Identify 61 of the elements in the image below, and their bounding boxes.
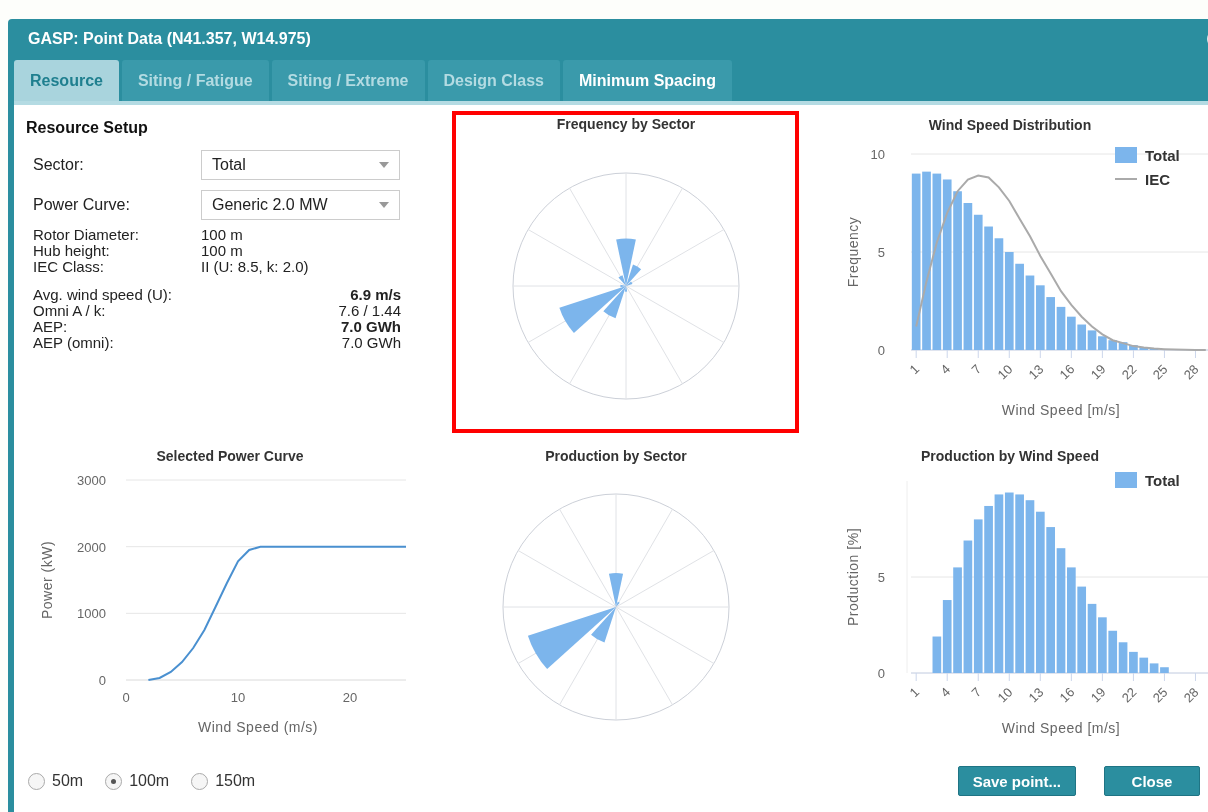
axis-title: Wind Speed [m/s] <box>1001 720 1121 736</box>
tick-label: 4 <box>937 684 954 701</box>
info-value: II (U: 8.5, k: 2.0) <box>201 259 310 275</box>
chart-title: Frequency by Sector <box>556 116 696 132</box>
tick-label: 10 <box>870 147 885 162</box>
tick-label: 0 <box>877 666 885 681</box>
stat-label: AEP (omni): <box>33 335 115 351</box>
stat-value: 7.6 / 1.44 <box>337 303 401 319</box>
tick-label: 13 <box>1025 361 1047 383</box>
tick-label: 25 <box>1149 361 1171 383</box>
tick-label: 19 <box>1087 361 1109 383</box>
chart-title: Production by Sector <box>545 448 687 464</box>
info-value: 100 m <box>201 227 244 243</box>
tick-label: 0 <box>98 673 106 688</box>
tick-label: 28 <box>1180 361 1202 383</box>
axis-title: Production [%] <box>845 527 861 627</box>
tick-label: 20 <box>342 690 358 705</box>
stat-value: 6.9 m/s <box>349 287 401 303</box>
tick-label: 5 <box>877 570 885 585</box>
stat-value: 7.0 GWh <box>340 319 401 335</box>
info-label: IEC Class: <box>33 259 104 275</box>
tick-label: 1 <box>906 361 923 378</box>
axis-title: Wind Speed (m/s) <box>198 719 318 735</box>
tick-label: 5 <box>877 245 885 260</box>
tick-label: 7 <box>968 361 985 378</box>
stat-label: Avg. wind speed (U): <box>33 287 173 303</box>
window-title: GASP: Point Data (N41.357, W14.975) <box>28 29 311 48</box>
tick-label: 13 <box>1025 684 1047 706</box>
tick-label: 22 <box>1118 684 1140 706</box>
tick-label: 10 <box>994 684 1016 706</box>
chart-title: Selected Power Curve <box>156 448 304 464</box>
section-title: Resource Setup <box>26 119 149 137</box>
tick-label: 2000 <box>77 539 106 555</box>
axis-title: Power (kW) <box>39 540 55 620</box>
tick-label: 0 <box>122 690 130 705</box>
tick-label: 25 <box>1149 684 1171 706</box>
tick-label: 10 <box>230 690 246 705</box>
tick-label: 1000 <box>77 606 106 622</box>
stat-value: 7.0 GWh <box>340 335 401 351</box>
axis-title: Wind Speed [m/s] <box>1001 402 1121 418</box>
tick-label: 10 <box>994 361 1016 383</box>
field-label: Sector: <box>33 156 85 174</box>
chart-title: Production by Wind Speed <box>921 448 1099 464</box>
stat-label: AEP: <box>33 319 69 335</box>
tick-label: 3000 <box>77 473 106 488</box>
tick-label: 4 <box>937 361 954 378</box>
tick-label: 1 <box>906 684 923 701</box>
info-label: Hub height: <box>33 243 111 259</box>
tick-label: 0 <box>877 343 885 358</box>
tick-label: 28 <box>1180 684 1202 706</box>
tick-label: 7 <box>968 684 985 701</box>
tick-label: 19 <box>1087 684 1109 706</box>
chart-title: Wind Speed Distribution <box>928 117 1092 133</box>
axis-title: Frequency <box>845 216 861 288</box>
tick-label: 16 <box>1056 361 1078 383</box>
tick-label: 22 <box>1118 361 1140 383</box>
info-value: 100 m <box>201 243 244 259</box>
field-label: Power Curve: <box>33 196 131 214</box>
stat-label: Omni A / k: <box>33 303 106 319</box>
tick-label: 16 <box>1056 684 1078 706</box>
info-label: Rotor Diameter: <box>33 227 140 243</box>
